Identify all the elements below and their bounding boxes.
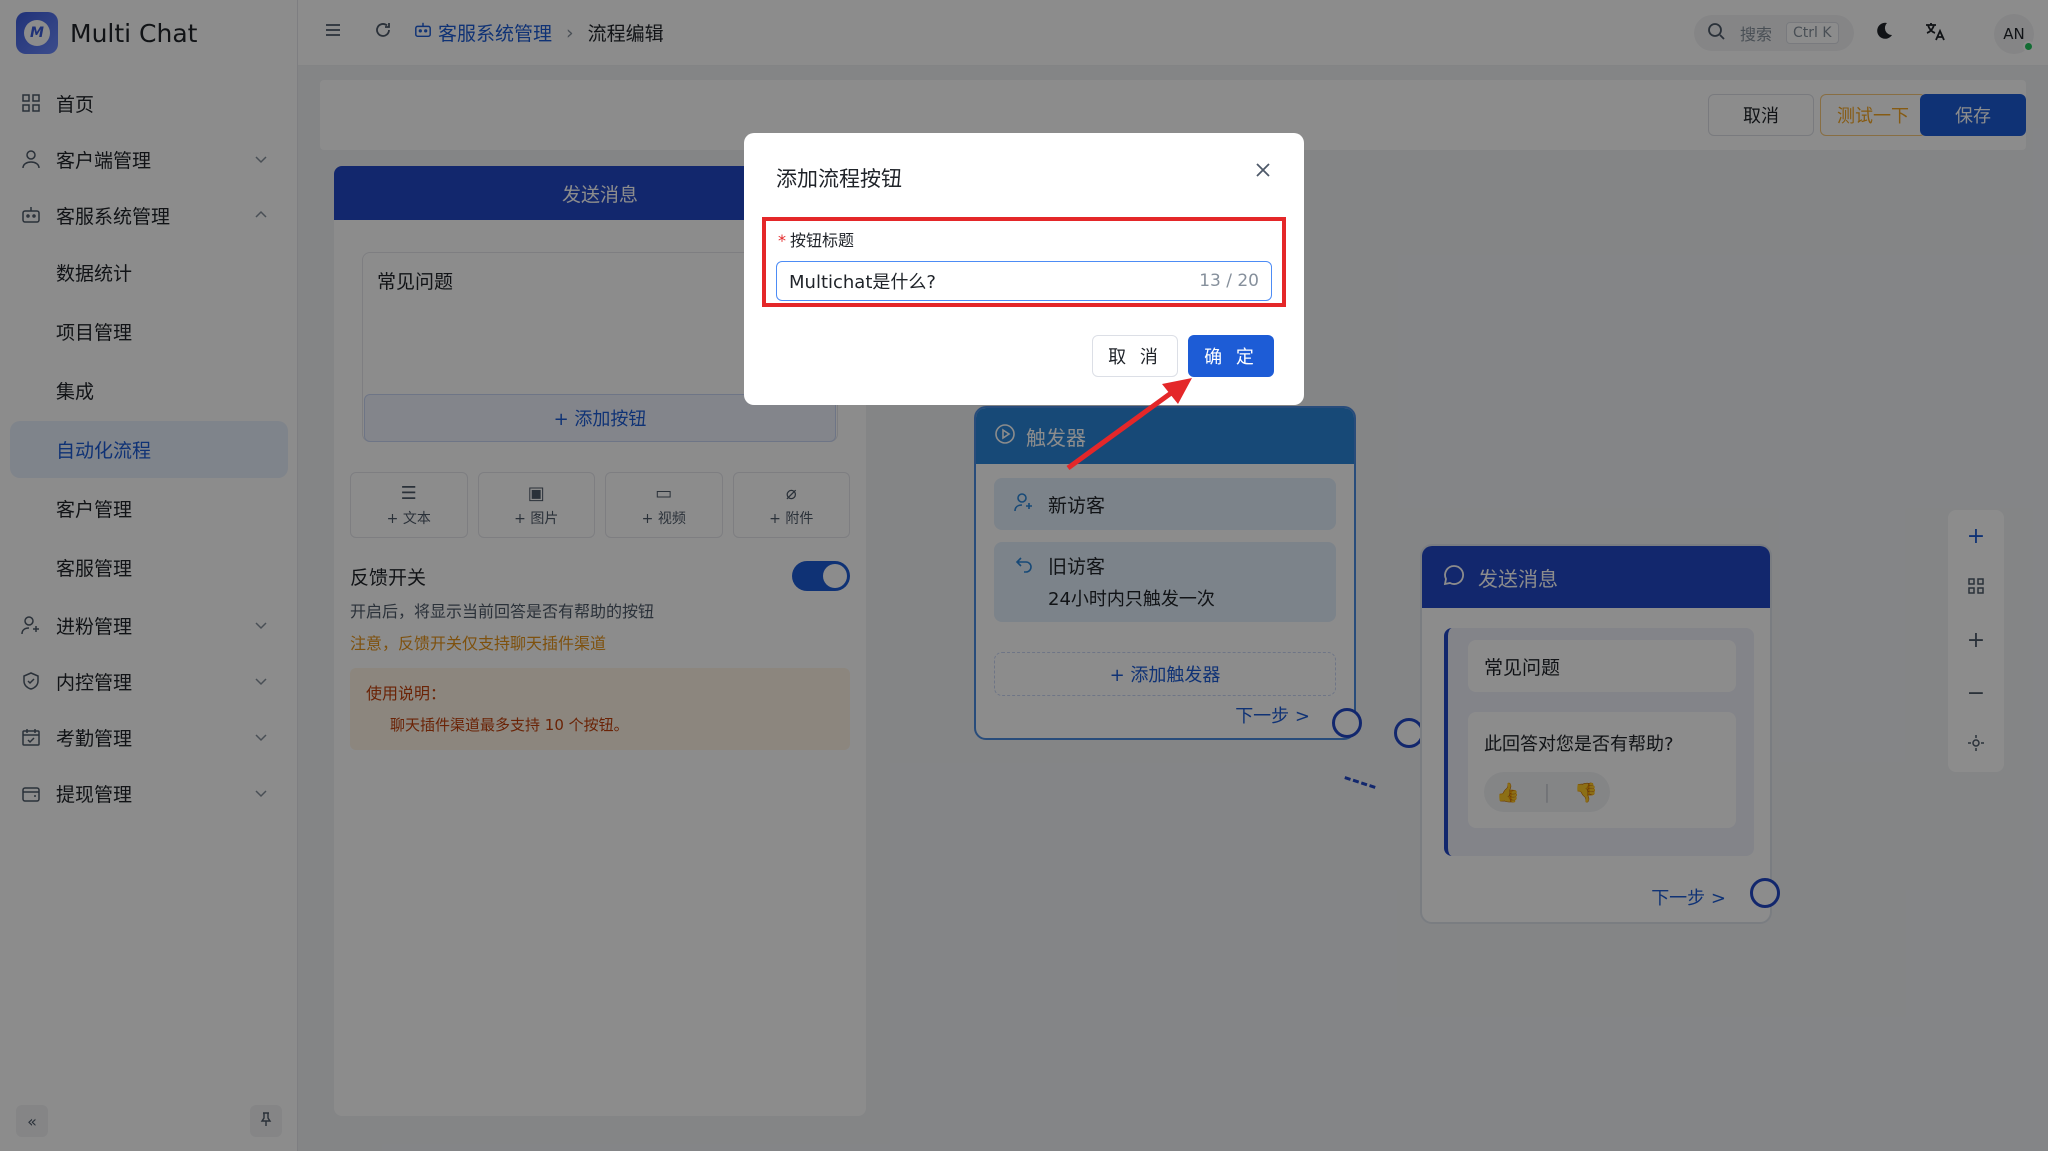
button-title-value: Multichat是什么? bbox=[789, 272, 936, 293]
dialog-cancel-button[interactable]: 取 消 bbox=[1092, 335, 1178, 377]
dialog-confirm-button[interactable]: 确 定 bbox=[1188, 335, 1274, 377]
button-title-label: * 按钮标题 bbox=[778, 231, 855, 250]
button-title-input[interactable]: Multichat是什么? 13 / 20 bbox=[776, 261, 1272, 301]
dialog-close-button[interactable] bbox=[1248, 157, 1278, 187]
close-icon bbox=[1253, 160, 1273, 185]
char-counter: 13 / 20 bbox=[1199, 271, 1259, 291]
highlight-box: * 按钮标题 Multichat是什么? 13 / 20 bbox=[762, 217, 1286, 307]
app-root: M Multi Chat 首页 客户端管理 客服系统管理 数据统计 项目管理 集… bbox=[0, 0, 2048, 1151]
add-flow-button-dialog: 添加流程按钮 * 按钮标题 Multichat是什么? 13 / 20 取 消 确… bbox=[744, 133, 1304, 405]
dialog-title: 添加流程按钮 bbox=[776, 167, 902, 191]
